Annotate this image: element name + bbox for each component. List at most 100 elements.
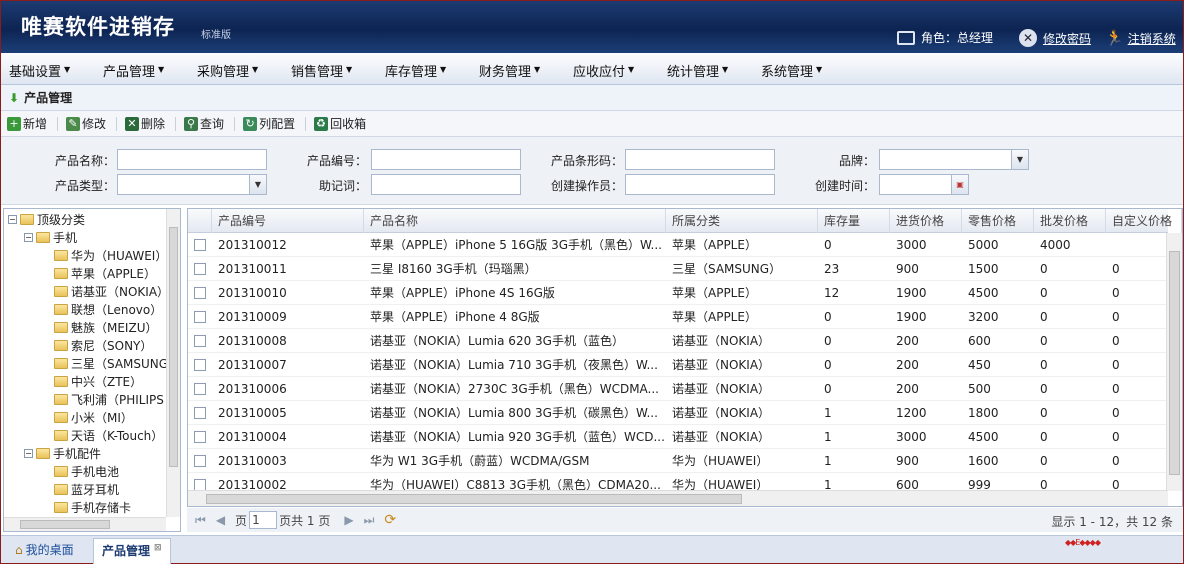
- scroll-thumb[interactable]: [20, 520, 110, 529]
- table-row[interactable]: 201310012 苹果（APPLE）iPhone 5 16G版 3G手机（黑色）…: [188, 233, 1166, 257]
- query-button[interactable]: ⚲ 查询: [184, 115, 224, 132]
- tree-node-accessory[interactable]: 手机电池: [54, 463, 119, 480]
- product-name-input[interactable]: [117, 149, 267, 170]
- barcode-input[interactable]: [625, 149, 775, 170]
- column-header[interactable]: 进货价格: [890, 209, 962, 233]
- tree-node-brand[interactable]: 诺基亚（NOKIA）: [54, 283, 169, 300]
- row-checkbox[interactable]: [194, 455, 206, 467]
- column-header[interactable]: 零售价格: [962, 209, 1034, 233]
- table-cell: [1106, 233, 1166, 257]
- edit-button[interactable]: ✎ 修改: [66, 115, 106, 132]
- collapse-icon[interactable]: −: [24, 449, 33, 458]
- table-row[interactable]: 201310011 三星 I8160 3G手机（玛瑙黑） 三星（SAMSUNG） 23…: [188, 257, 1166, 281]
- tree-vertical-scrollbar[interactable]: [166, 209, 180, 517]
- row-checkbox[interactable]: [194, 383, 206, 395]
- column-header[interactable]: 自定义价格: [1106, 209, 1182, 233]
- tab-product-management[interactable]: 产品管理 ⊠: [93, 538, 171, 564]
- row-checkbox[interactable]: [194, 263, 206, 275]
- chevron-down-icon[interactable]: ▼: [1011, 150, 1028, 169]
- recycle-bin-button[interactable]: ♻ 回收箱: [314, 115, 366, 132]
- table-cell: 0: [1040, 406, 1048, 420]
- first-page-icon[interactable]: ⏮: [195, 513, 206, 528]
- menu-inventory[interactable]: 库存管理 ▼: [385, 61, 446, 80]
- scroll-thumb[interactable]: [169, 227, 178, 467]
- row-checkbox[interactable]: [194, 359, 206, 371]
- delete-button[interactable]: ✕ 删除: [125, 115, 165, 132]
- calendar-icon[interactable]: ▣: [951, 175, 968, 194]
- table-row[interactable]: 201310007 诺基亚（NOKIA）Lumia 710 3G手机（夜黑色）W.…: [188, 353, 1166, 377]
- tree-node-accessory[interactable]: 手机存储卡: [54, 499, 131, 516]
- header-select-all[interactable]: [188, 209, 212, 233]
- logout-text[interactable]: 注销系统: [1128, 30, 1176, 47]
- collapse-icon[interactable]: −: [24, 233, 33, 242]
- brand-select[interactable]: ▼: [879, 149, 1029, 170]
- menu-sales[interactable]: 销售管理 ▼: [291, 61, 352, 80]
- column-header[interactable]: 库存量: [818, 209, 890, 233]
- menu-product[interactable]: 产品管理 ▼: [103, 61, 164, 80]
- tree-node-brand[interactable]: 中兴（ZTE）: [54, 373, 142, 390]
- tree-node-root[interactable]: − 顶级分类: [8, 211, 85, 228]
- table-row[interactable]: 201310008 诺基亚（NOKIA）Lumia 620 3G手机（蓝色） 诺基亚…: [188, 329, 1166, 353]
- close-icon[interactable]: ⊠: [154, 543, 162, 553]
- tree-node-brand[interactable]: 联想（Lenovo）: [54, 301, 162, 318]
- table-row[interactable]: 201310005 诺基亚（NOKIA）Lumia 800 3G手机（碳黑色）W.…: [188, 401, 1166, 425]
- page-number-input[interactable]: 1: [249, 511, 278, 529]
- tree-node-phone[interactable]: − 手机: [24, 229, 77, 246]
- prev-page-icon[interactable]: ◀: [216, 513, 225, 527]
- last-page-icon[interactable]: ⏭: [364, 513, 375, 528]
- menu-finance[interactable]: 财务管理 ▼: [479, 61, 540, 80]
- tree-node-brand[interactable]: 魅族（MEIZU）: [54, 319, 157, 336]
- tree-node-brand[interactable]: 苹果（APPLE）: [54, 265, 156, 282]
- logout-link[interactable]: 🏃 注销系统: [1105, 29, 1176, 47]
- tree-node-accessories[interactable]: − 手机配件: [24, 445, 101, 462]
- column-header[interactable]: 所属分类: [666, 209, 818, 233]
- tree-node-brand[interactable]: 索尼（SONY）: [54, 337, 152, 354]
- column-header[interactable]: 产品名称: [364, 209, 666, 233]
- column-header[interactable]: 产品编号: [212, 209, 364, 233]
- change-password-link[interactable]: ✕ 修改密码: [1019, 29, 1091, 47]
- creator-input[interactable]: [625, 174, 775, 195]
- table-row[interactable]: 201310010 苹果（APPLE）iPhone 4S 16G版 苹果（APPLE…: [188, 281, 1166, 305]
- scroll-thumb[interactable]: [1169, 251, 1180, 475]
- tree-node-brand[interactable]: 华为（HUAWEI）: [54, 247, 167, 264]
- menu-purchase[interactable]: 采购管理 ▼: [197, 61, 258, 80]
- table-row[interactable]: 201310006 诺基亚（NOKIA）2730C 3G手机（黑色）WCDMA..…: [188, 377, 1166, 401]
- menu-statistics[interactable]: 统计管理 ▼: [667, 61, 728, 80]
- next-page-icon[interactable]: ▶: [344, 513, 353, 527]
- row-checkbox[interactable]: [194, 407, 206, 419]
- collapse-icon[interactable]: −: [8, 215, 17, 224]
- row-checkbox[interactable]: [194, 239, 206, 251]
- product-type-select[interactable]: ▼: [117, 174, 267, 195]
- column-config-button[interactable]: ↻ 列配置: [243, 115, 295, 132]
- column-header[interactable]: 批发价格: [1034, 209, 1106, 233]
- row-checkbox[interactable]: [194, 335, 206, 347]
- product-code-input[interactable]: [371, 149, 521, 170]
- tree-node-brand[interactable]: 飞利浦（PHILIPS: [54, 391, 164, 408]
- tree-node-brand[interactable]: 小米（MI）: [54, 409, 133, 426]
- table-cell: 苹果（APPLE）: [672, 310, 757, 324]
- tree-node-accessory[interactable]: 蓝牙耳机: [54, 481, 119, 498]
- row-checkbox[interactable]: [194, 311, 206, 323]
- change-password-text[interactable]: 修改密码: [1043, 30, 1091, 47]
- add-button[interactable]: + 新增: [7, 115, 47, 132]
- table-row[interactable]: 201310009 苹果（APPLE）iPhone 4 8G版 苹果（APPLE） 0…: [188, 305, 1166, 329]
- tree-horizontal-scrollbar[interactable]: [4, 517, 166, 531]
- row-checkbox[interactable]: [194, 287, 206, 299]
- table-row[interactable]: 201310004 诺基亚（NOKIA）Lumia 920 3G手机（蓝色）WCD…: [188, 425, 1166, 449]
- row-checkbox[interactable]: [194, 431, 206, 443]
- tree-node-brand[interactable]: 三星（SAMSUNG: [54, 355, 168, 372]
- grid-horizontal-scrollbar[interactable]: [188, 490, 1168, 506]
- table-row[interactable]: 201310003 华为 W1 3G手机（蔚蓝）WCDMA/GSM 华为（HUAWE…: [188, 449, 1166, 473]
- menu-basic-settings[interactable]: 基础设置 ▼: [9, 61, 70, 80]
- grid-vertical-scrollbar[interactable]: [1166, 233, 1182, 491]
- created-time-input[interactable]: ▣: [879, 174, 969, 195]
- refresh-icon[interactable]: ⟳: [384, 512, 396, 528]
- menu-system[interactable]: 系统管理 ▼: [761, 61, 822, 80]
- mnemonic-input[interactable]: [371, 174, 521, 195]
- pencil-icon: ✎: [66, 116, 81, 131]
- tree-node-brand[interactable]: 天语（K-Touch）: [54, 427, 163, 444]
- table-cell: 诺基亚（NOKIA）Lumia 920 3G手机（蓝色）WCD...: [370, 430, 665, 444]
- tab-desktop[interactable]: ⌂ 我的桌面: [7, 538, 82, 564]
- menu-receivables[interactable]: 应收应付 ▼: [573, 61, 634, 80]
- scroll-thumb[interactable]: [206, 494, 742, 504]
